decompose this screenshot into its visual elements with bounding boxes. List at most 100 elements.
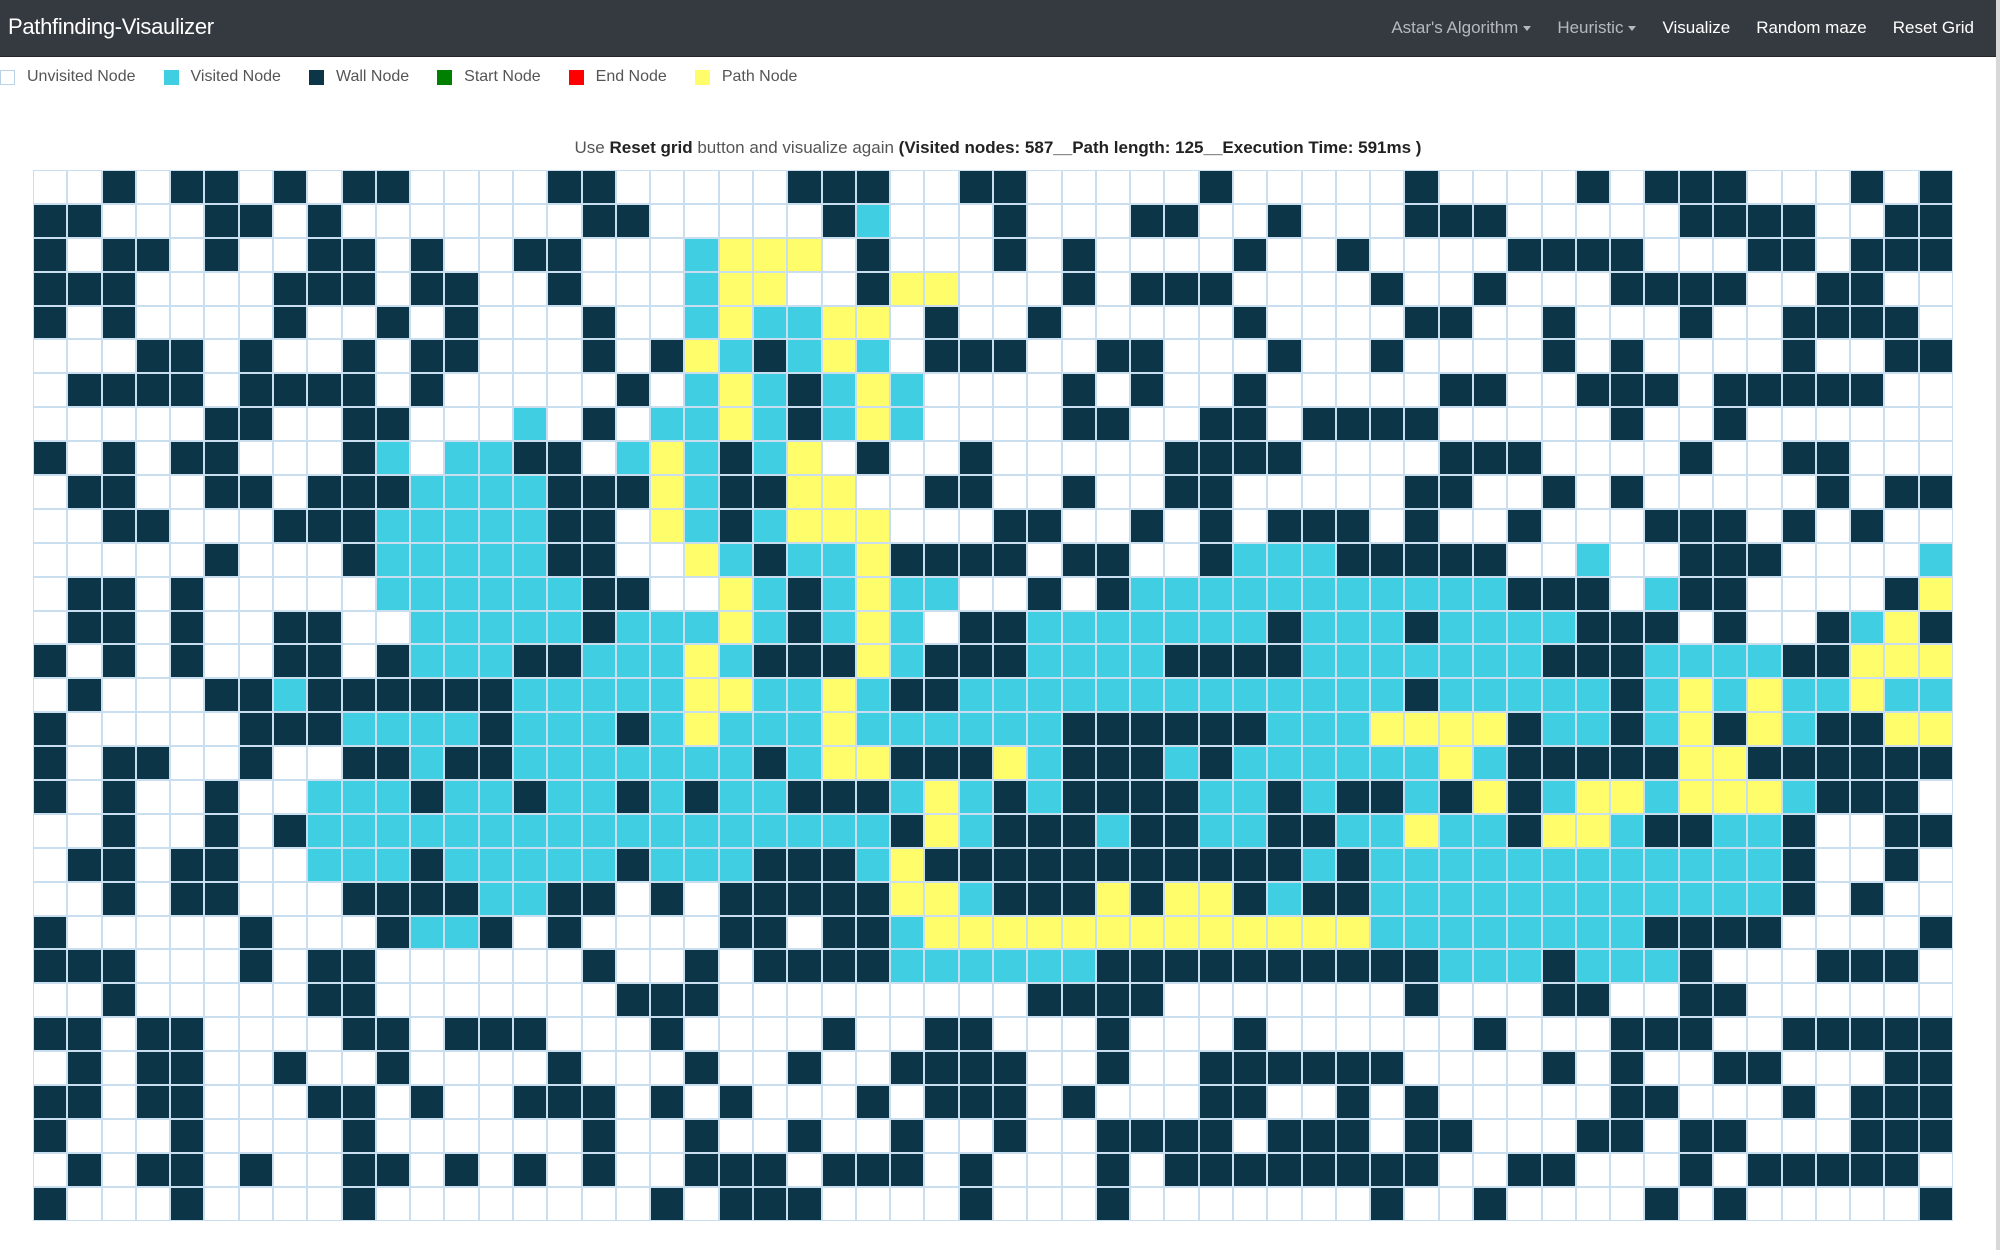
- wall-node[interactable]: [1610, 407, 1645, 442]
- visited-node[interactable]: [1198, 576, 1233, 611]
- visited-node[interactable]: [1232, 813, 1268, 848]
- wall-node[interactable]: [1301, 949, 1336, 984]
- visited-node[interactable]: [650, 780, 685, 814]
- unvisited-node[interactable]: [512, 1186, 548, 1221]
- unvisited-node[interactable]: [1301, 237, 1336, 272]
- wall-node[interactable]: [1781, 203, 1816, 238]
- unvisited-node[interactable]: [410, 1152, 445, 1187]
- wall-node[interactable]: [135, 237, 171, 272]
- unvisited-node[interactable]: [135, 203, 171, 238]
- visited-node[interactable]: [752, 508, 788, 543]
- wall-node[interactable]: [135, 339, 171, 374]
- wall-node[interactable]: [67, 1085, 102, 1119]
- visited-node[interactable]: [958, 780, 993, 814]
- path-node[interactable]: [1404, 712, 1439, 747]
- unvisited-node[interactable]: [1027, 542, 1062, 577]
- unvisited-node[interactable]: [924, 1152, 959, 1187]
- visited-node[interactable]: [1438, 678, 1473, 713]
- path-node[interactable]: [1850, 678, 1885, 713]
- unvisited-node[interactable]: [101, 203, 136, 238]
- visited-node[interactable]: [341, 813, 376, 848]
- visited-node[interactable]: [1370, 678, 1405, 713]
- wall-node[interactable]: [410, 339, 445, 374]
- unvisited-node[interactable]: [890, 475, 925, 509]
- unvisited-node[interactable]: [1918, 508, 1953, 543]
- wall-node[interactable]: [1781, 847, 1816, 882]
- unvisited-node[interactable]: [1061, 441, 1096, 476]
- unvisited-node[interactable]: [1335, 170, 1371, 204]
- wall-node[interactable]: [1267, 949, 1302, 984]
- unvisited-node[interactable]: [890, 170, 925, 204]
- visited-node[interactable]: [1027, 678, 1062, 713]
- wall-node[interactable]: [890, 1051, 925, 1086]
- visited-node[interactable]: [1061, 949, 1096, 984]
- unvisited-node[interactable]: [478, 407, 513, 442]
- visited-node[interactable]: [787, 746, 822, 781]
- path-node[interactable]: [1335, 915, 1371, 950]
- unvisited-node[interactable]: [1850, 339, 1885, 374]
- wall-node[interactable]: [1438, 305, 1473, 340]
- wall-node[interactable]: [135, 1152, 171, 1187]
- unvisited-node[interactable]: [67, 983, 102, 1018]
- wall-node[interactable]: [1884, 780, 1919, 814]
- wall-node[interactable]: [410, 678, 445, 713]
- unvisited-node[interactable]: [1370, 305, 1405, 340]
- visited-node[interactable]: [1678, 644, 1713, 679]
- unvisited-node[interactable]: [1061, 1152, 1096, 1187]
- visited-node[interactable]: [1541, 712, 1576, 747]
- unvisited-node[interactable]: [684, 1186, 719, 1221]
- unvisited-node[interactable]: [1438, 237, 1473, 272]
- unvisited-node[interactable]: [1815, 542, 1851, 577]
- wall-node[interactable]: [1610, 678, 1645, 713]
- wall-node[interactable]: [1712, 983, 1748, 1018]
- wall-node[interactable]: [958, 542, 993, 577]
- unvisited-node[interactable]: [1507, 1017, 1542, 1052]
- visited-node[interactable]: [650, 610, 685, 645]
- unvisited-node[interactable]: [924, 441, 959, 476]
- unvisited-node[interactable]: [581, 983, 616, 1018]
- unvisited-node[interactable]: [1610, 983, 1645, 1018]
- visited-node[interactable]: [1610, 881, 1645, 916]
- visited-node[interactable]: [444, 644, 479, 679]
- visited-node[interactable]: [890, 915, 925, 950]
- unvisited-node[interactable]: [307, 542, 342, 577]
- wall-node[interactable]: [272, 610, 308, 645]
- unvisited-node[interactable]: [204, 576, 239, 611]
- wall-node[interactable]: [890, 678, 925, 713]
- unvisited-node[interactable]: [1781, 1118, 1816, 1153]
- unvisited-node[interactable]: [890, 1017, 925, 1052]
- wall-node[interactable]: [1164, 441, 1199, 476]
- unvisited-node[interactable]: [238, 271, 273, 306]
- wall-node[interactable]: [341, 1152, 376, 1187]
- wall-node[interactable]: [1507, 576, 1542, 611]
- wall-node[interactable]: [1130, 949, 1165, 984]
- wall-node[interactable]: [1884, 1118, 1919, 1153]
- wall-node[interactable]: [1884, 475, 1919, 509]
- unvisited-node[interactable]: [307, 1118, 342, 1153]
- unvisited-node[interactable]: [547, 305, 582, 340]
- unvisited-node[interactable]: [684, 170, 719, 204]
- wall-node[interactable]: [581, 170, 616, 204]
- unvisited-node[interactable]: [272, 915, 308, 950]
- wall-node[interactable]: [1644, 1186, 1679, 1221]
- path-node[interactable]: [1884, 644, 1919, 679]
- visited-node[interactable]: [1541, 847, 1576, 882]
- wall-node[interactable]: [1232, 712, 1268, 747]
- unvisited-node[interactable]: [1644, 305, 1679, 340]
- unvisited-node[interactable]: [650, 373, 685, 408]
- unvisited-node[interactable]: [410, 441, 445, 476]
- unvisited-node[interactable]: [1507, 475, 1542, 509]
- wall-node[interactable]: [1575, 644, 1611, 679]
- unvisited-node[interactable]: [272, 881, 308, 916]
- wall-node[interactable]: [444, 305, 479, 340]
- visited-node[interactable]: [787, 305, 822, 340]
- wall-node[interactable]: [1164, 1118, 1199, 1153]
- unvisited-node[interactable]: [1301, 170, 1336, 204]
- unvisited-node[interactable]: [958, 271, 993, 306]
- wall-node[interactable]: [341, 1186, 376, 1221]
- visited-node[interactable]: [512, 746, 548, 781]
- unvisited-node[interactable]: [33, 983, 68, 1018]
- path-node[interactable]: [855, 407, 891, 442]
- unvisited-node[interactable]: [615, 1051, 651, 1086]
- unvisited-node[interactable]: [958, 508, 993, 543]
